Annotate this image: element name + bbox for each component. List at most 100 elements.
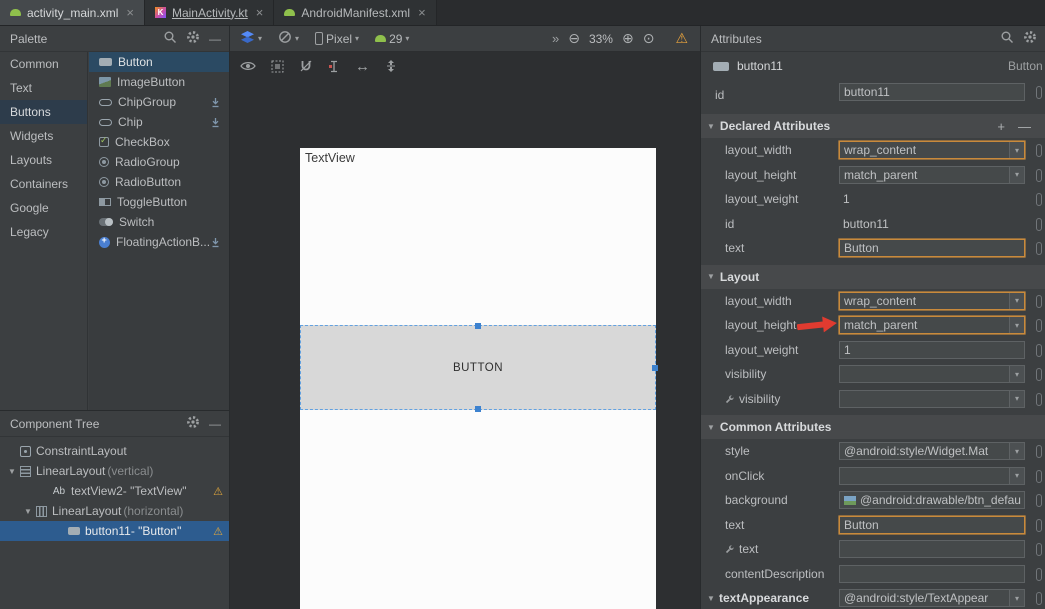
field-textappearance[interactable]: @android:style/TextAppear▾ [839,589,1025,607]
pin-icon[interactable] [1036,344,1042,357]
palette-category-layouts[interactable]: Layouts [0,148,87,172]
field-text[interactable] [839,540,1025,558]
add-attribute-icon[interactable]: + [997,119,1005,134]
api-level-selector[interactable]: 29▾ [375,32,409,46]
pin-icon[interactable] [1036,393,1042,406]
collapse-icon[interactable]: ▼ [707,594,715,603]
tree-item-linearlayout[interactable]: ▼LinearLayout(vertical) [0,461,229,481]
canvas-textview[interactable]: TextView [305,151,355,165]
palette-category-legacy[interactable]: Legacy [0,220,87,244]
tree-item-button11-button[interactable]: button11- "Button"⚠ [0,521,229,541]
field-layout-height[interactable]: match_parent▾ [839,166,1025,184]
dropdown-arrow-icon[interactable]: ▾ [1009,317,1024,333]
design-surface-selector[interactable]: ▾ [240,30,262,47]
tree-item-textview2-textview[interactable]: AbtextView2- "TextView"⚠ [0,481,229,501]
tree-item-linearlayout[interactable]: ▼LinearLayout(horizontal) [0,501,229,521]
horizontal-arrows-icon[interactable]: ↔ [355,58,370,75]
tab-mainactivity-kt[interactable]: KMainActivity.kt× [145,0,274,25]
pin-icon[interactable] [1036,193,1042,206]
pin-icon[interactable] [1036,218,1042,231]
palette-item-radiogroup[interactable]: RadioGroup [89,152,229,172]
gear-icon[interactable] [1023,30,1037,47]
field-contentdescription[interactable] [839,565,1025,583]
pin-icon[interactable] [1036,86,1042,99]
tab-close-icon[interactable]: × [256,5,264,20]
pin-icon[interactable] [1036,494,1042,507]
remove-attribute-icon[interactable]: — [1018,119,1031,134]
tab-close-icon[interactable]: × [418,5,426,20]
dropdown-arrow-icon[interactable]: ▾ [1009,443,1024,459]
field-visibility[interactable]: ▾ [839,390,1025,408]
palette-category-buttons[interactable]: Buttons [0,100,87,124]
download-icon[interactable] [210,237,221,248]
palette-item-chipgroup[interactable]: ChipGroup [89,92,229,112]
zoom-in-button[interactable]: ⊕ [622,30,634,47]
resize-handle[interactable] [652,365,658,371]
search-icon[interactable] [163,30,177,47]
hide-panel-icon[interactable]: — [209,419,221,429]
field-text[interactable]: Button [839,239,1025,257]
field-background[interactable]: @android:drawable/btn_defau [839,491,1025,509]
hide-panel-icon[interactable]: — [209,34,221,44]
pin-icon[interactable] [1036,295,1042,308]
tab-activity-main-xml[interactable]: activity_main.xml× [0,0,145,25]
dropdown-arrow-icon[interactable]: ▾ [1009,293,1024,309]
default-margins-icon[interactable] [328,60,340,73]
field-visibility[interactable]: ▾ [839,365,1025,383]
zoom-out-button[interactable]: ⊖ [568,30,580,47]
toolbar-overflow-icon[interactable]: » [552,31,559,46]
palette-item-checkbox[interactable]: CheckBox [89,132,229,152]
view-options-eye-icon[interactable] [240,60,256,72]
pin-icon[interactable] [1036,519,1042,532]
section-header-layout[interactable]: ▼Layout [701,265,1045,289]
palette-item-imagebutton[interactable]: ImageButton [89,72,229,92]
section-header-declared-attributes[interactable]: ▼Declared Attributes+— [701,114,1045,138]
palette-category-text[interactable]: Text [0,76,87,100]
tree-item-constraintlayout[interactable]: ConstraintLayout [0,441,229,461]
resize-handle[interactable] [475,323,481,329]
tab-close-icon[interactable]: × [126,5,134,20]
palette-category-google[interactable]: Google [0,196,87,220]
pin-icon[interactable] [1036,242,1042,255]
palette-category-containers[interactable]: Containers [0,172,87,196]
autoconnect-magnet-icon[interactable] [299,59,313,73]
pin-icon[interactable] [1036,319,1042,332]
pin-icon[interactable] [1036,592,1042,605]
field-text[interactable]: Button [839,516,1025,534]
dropdown-arrow-icon[interactable]: ▾ [1009,167,1024,183]
download-icon[interactable] [210,117,221,128]
download-icon[interactable] [210,97,221,108]
pin-icon[interactable] [1036,169,1042,182]
field-layout-height[interactable]: match_parent▾ [839,316,1025,334]
orientation-selector[interactable]: ▾ [278,30,299,47]
field-style[interactable]: @android:style/Widget.Mat▾ [839,442,1025,460]
palette-item-button[interactable]: Button [89,52,229,72]
field-layout-weight[interactable]: 1 [839,341,1025,359]
field-onclick[interactable]: ▾ [839,467,1025,485]
dropdown-arrow-icon[interactable]: ▾ [1009,391,1024,407]
palette-item-chip[interactable]: Chip [89,112,229,132]
palette-item-switch[interactable]: Switch [89,212,229,232]
canvas-button-selected[interactable]: BUTTON [300,325,656,410]
pin-icon[interactable] [1036,445,1042,458]
pin-icon[interactable] [1036,543,1042,556]
id-field[interactable]: button11 [839,83,1025,101]
field-layout-width[interactable]: wrap_content▾ [839,292,1025,310]
collapse-icon[interactable]: ▼ [24,507,36,516]
pin-icon[interactable] [1036,368,1042,381]
dropdown-arrow-icon[interactable]: ▾ [1009,142,1024,158]
zoom-to-fit-button[interactable]: ⊙ [643,30,655,47]
gear-icon[interactable] [186,415,200,432]
pin-icon[interactable] [1036,568,1042,581]
layout-decorations-icon[interactable] [271,60,284,73]
distribute-vertical-icon[interactable] [385,59,397,73]
gear-icon[interactable] [186,30,200,47]
palette-item-radiobutton[interactable]: RadioButton [89,172,229,192]
pin-icon[interactable] [1036,144,1042,157]
palette-category-common[interactable]: Common [0,52,87,76]
design-artboard[interactable]: TextView BUTTON [300,148,656,609]
palette-item-floatingactionb[interactable]: FloatingActionB... [89,232,229,252]
warning-icon[interactable]: ⚠ [675,30,688,47]
dropdown-arrow-icon[interactable]: ▾ [1009,468,1024,484]
search-icon[interactable] [1000,30,1014,47]
